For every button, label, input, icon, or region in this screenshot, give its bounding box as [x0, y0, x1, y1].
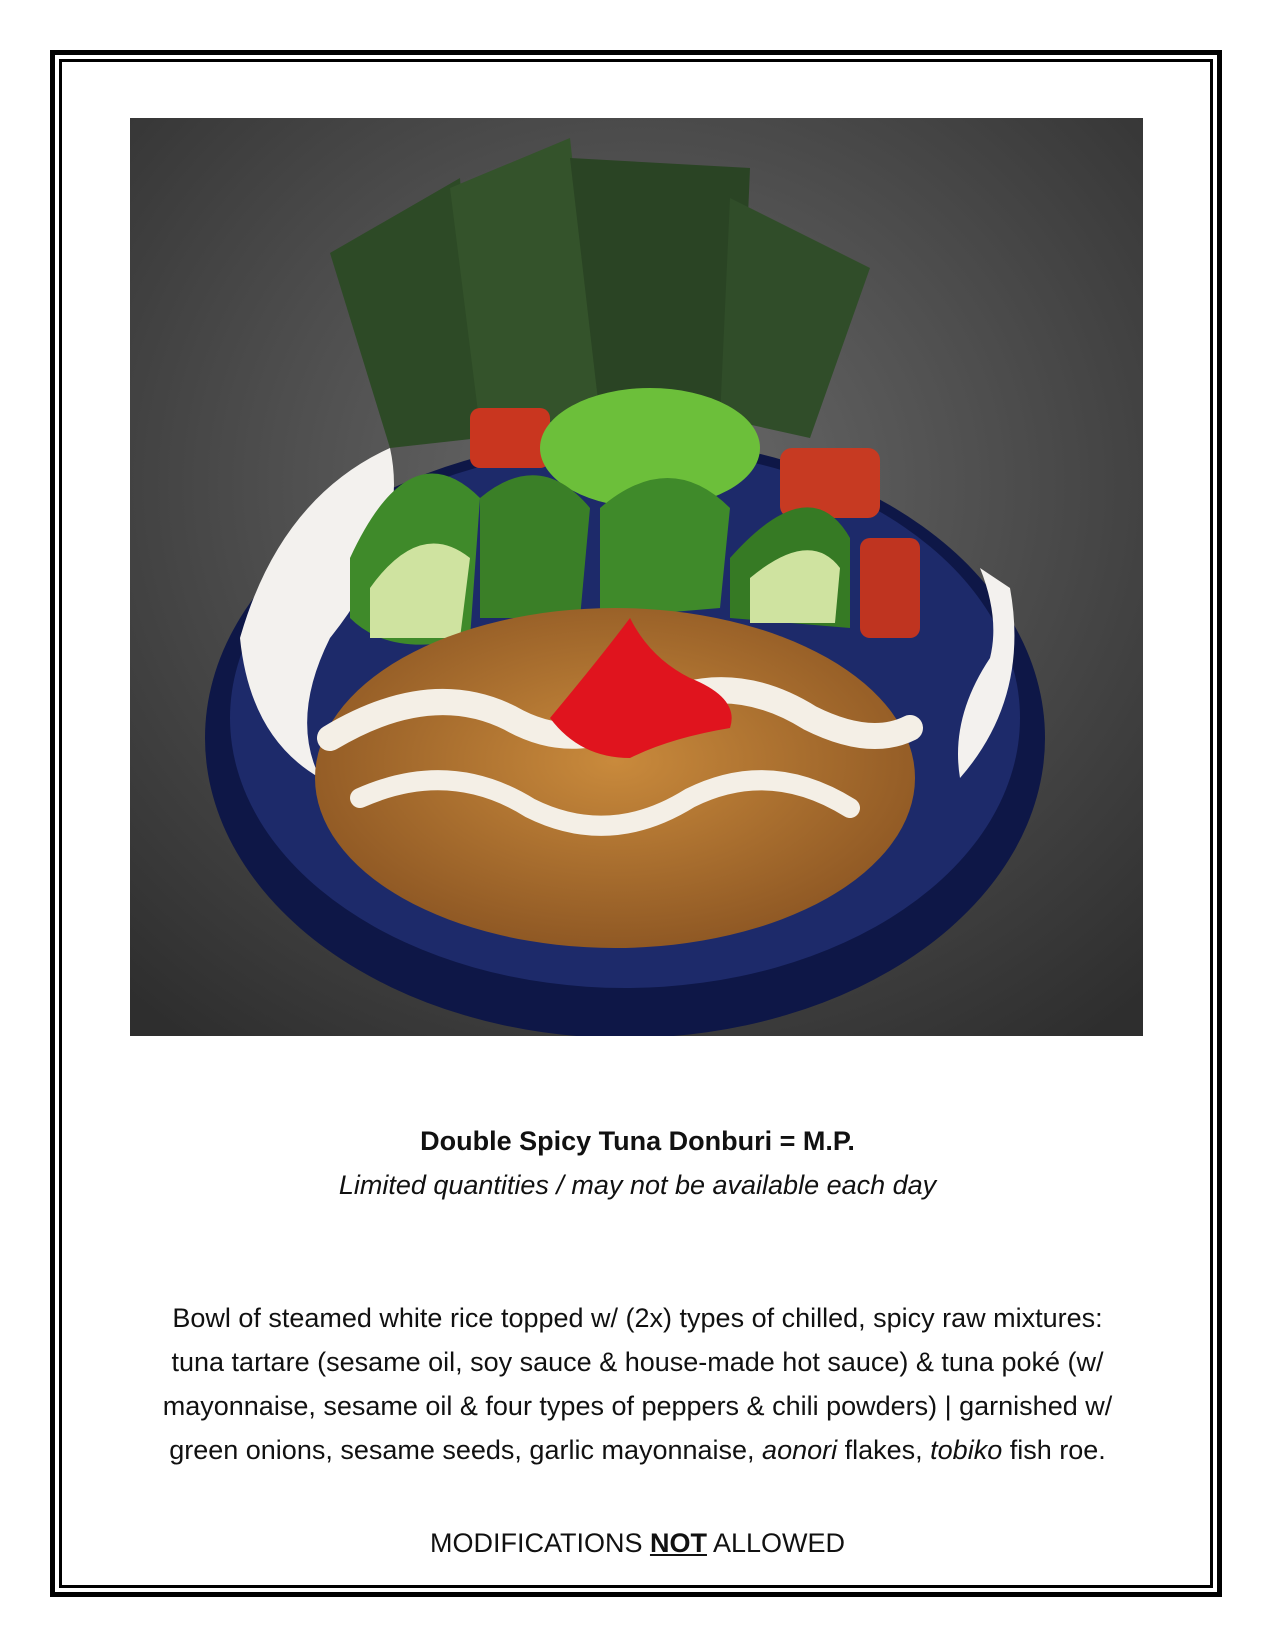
- item-title: Double Spicy Tuna Donburi = M.P.: [420, 1126, 855, 1156]
- description-line-4-part-a: green onions, sesame seeds, garlic mayon…: [169, 1435, 763, 1465]
- notice-part-1: MODIFICATIONS: [429, 1528, 650, 1558]
- description-line-4-part-c: fish roe.: [1002, 1435, 1106, 1465]
- description-line-1: Bowl of steamed white rice topped w/ (2x…: [172, 1303, 1103, 1333]
- description-line-4: green onions, sesame seeds, garlic mayon…: [80, 1428, 1195, 1472]
- aonori-term: aonori: [762, 1435, 838, 1465]
- donburi-photo: [130, 118, 1143, 1036]
- notice-part-2: ALLOWED: [706, 1528, 846, 1558]
- tobiko-term: tobiko: [930, 1435, 1003, 1465]
- availability-note: Limited quantities / may not be availabl…: [338, 1170, 937, 1200]
- description-line-3: mayonnaise, sesame oil & four types of p…: [162, 1391, 1113, 1421]
- description-line-2: tuna tartare (sesame oil, soy sauce & ho…: [171, 1347, 1104, 1377]
- notice-emphasis: NOT: [649, 1528, 707, 1558]
- item-description: Bowl of steamed white rice topped w/ (2x…: [80, 1296, 1195, 1472]
- modifications-notice: MODIFICATIONS NOT ALLOWED: [60, 1526, 1215, 1560]
- description-line-4-part-b: flakes,: [837, 1435, 931, 1465]
